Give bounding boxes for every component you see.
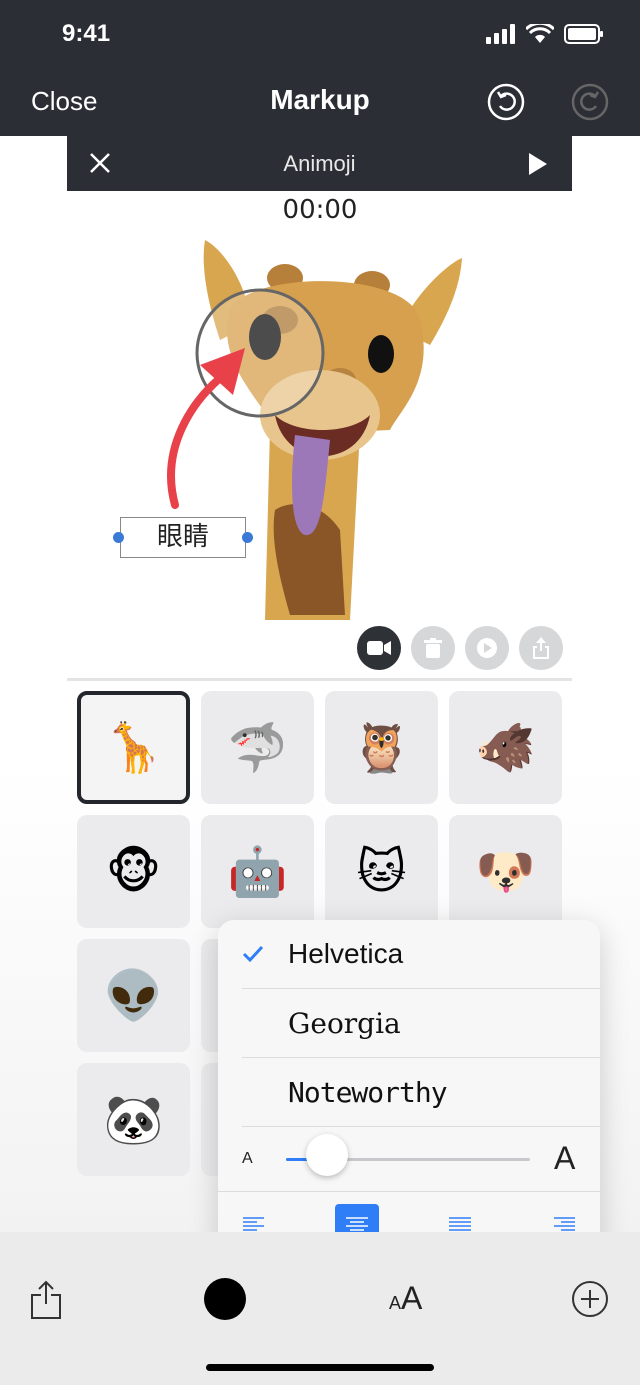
animoji-cell-monkey[interactable]: 🐵 xyxy=(77,815,190,928)
font-option-label: Georgia xyxy=(288,1007,401,1040)
animoji-cell-owl[interactable]: 🦉 xyxy=(325,691,438,804)
boar-icon: 🐗 xyxy=(475,722,536,775)
robot-icon: 🤖 xyxy=(227,846,288,899)
status-icons xyxy=(486,24,604,44)
top-bar: 9:41 Close Markup xyxy=(0,0,640,136)
font-size-large-label: A xyxy=(554,1140,576,1176)
font-size-slider-thumb[interactable] xyxy=(306,1134,348,1176)
shark-icon: 🦈 xyxy=(227,722,288,775)
status-time: 9:41 xyxy=(62,20,111,47)
text-box-handle-left[interactable] xyxy=(113,532,124,543)
trash-icon xyxy=(424,638,442,658)
add-icon[interactable] xyxy=(571,1280,609,1318)
font-option-label: Noteworthy xyxy=(288,1076,448,1109)
font-popover: Helvetica Georgia Noteworthy A A xyxy=(218,920,600,1260)
cat-icon: 🐱 xyxy=(356,845,407,899)
animoji-bar: Animoji xyxy=(67,136,572,191)
animoji-preview[interactable] xyxy=(100,230,520,630)
video-camera-icon xyxy=(367,641,391,655)
aa-large-label: A xyxy=(401,1280,423,1316)
signal-icon xyxy=(486,24,515,44)
animoji-cell-robot[interactable]: 🤖 xyxy=(201,815,314,928)
animoji-cell-dog[interactable]: 🐶 xyxy=(449,815,562,928)
checkmark-icon xyxy=(242,945,264,963)
play-icon[interactable] xyxy=(528,152,548,176)
panda-icon: 🐼 xyxy=(103,1094,164,1147)
font-size-small-label: A xyxy=(242,1150,253,1167)
animoji-title: Animoji xyxy=(283,151,356,176)
delete-button[interactable] xyxy=(411,626,455,670)
font-option-label: Helvetica xyxy=(288,938,404,969)
animoji-cell-cat[interactable]: 🐱 xyxy=(325,815,438,928)
annotation-text-box[interactable]: 眼睛 xyxy=(120,517,246,558)
play-circle-icon xyxy=(477,638,497,658)
bottom-toolbar xyxy=(0,1232,640,1385)
animoji-cell-shark[interactable]: 🦈 xyxy=(201,691,314,804)
alien-icon: 👽 xyxy=(103,970,164,1023)
animoji-cell-boar[interactable]: 🐗 xyxy=(449,691,562,804)
wifi-icon xyxy=(526,24,554,43)
text-style-button[interactable]: AA xyxy=(389,1280,422,1317)
animoji-cell-panda[interactable]: 🐼 xyxy=(77,1063,190,1176)
color-picker-button[interactable] xyxy=(204,1278,246,1320)
undo-icon[interactable] xyxy=(487,83,525,121)
giraffe-icon: 🦒 xyxy=(103,722,164,775)
recording-tools xyxy=(357,626,563,670)
battery-icon xyxy=(564,24,603,44)
share-icon xyxy=(533,637,549,659)
record-video-button[interactable] xyxy=(357,626,401,670)
magnifier-loupe[interactable] xyxy=(195,288,325,418)
monkey-icon: 🐵 xyxy=(105,845,162,899)
owl-icon: 🦉 xyxy=(351,722,412,775)
text-box-handle-right[interactable] xyxy=(242,532,253,543)
aa-small-label: A xyxy=(389,1293,402,1313)
share-recording-button[interactable] xyxy=(519,626,563,670)
home-indicator xyxy=(206,1364,434,1371)
redo-icon[interactable] xyxy=(571,83,609,121)
divider xyxy=(218,1191,600,1192)
play-recording-button[interactable] xyxy=(465,626,509,670)
font-option-noteworthy[interactable]: Noteworthy xyxy=(242,1058,600,1127)
animoji-cell-alien[interactable]: 👽 xyxy=(77,939,190,1052)
animoji-cell-giraffe[interactable]: 🦒 xyxy=(77,691,190,804)
recording-timer: 00:00 xyxy=(282,195,358,225)
page-title: Markup xyxy=(270,84,370,115)
divider xyxy=(67,678,572,681)
font-option-helvetica[interactable]: Helvetica xyxy=(242,920,600,989)
share-icon[interactable] xyxy=(30,1280,62,1320)
giraffe-eye-right xyxy=(368,335,394,373)
dog-icon: 🐶 xyxy=(475,846,536,899)
font-option-georgia[interactable]: Georgia xyxy=(242,989,600,1058)
